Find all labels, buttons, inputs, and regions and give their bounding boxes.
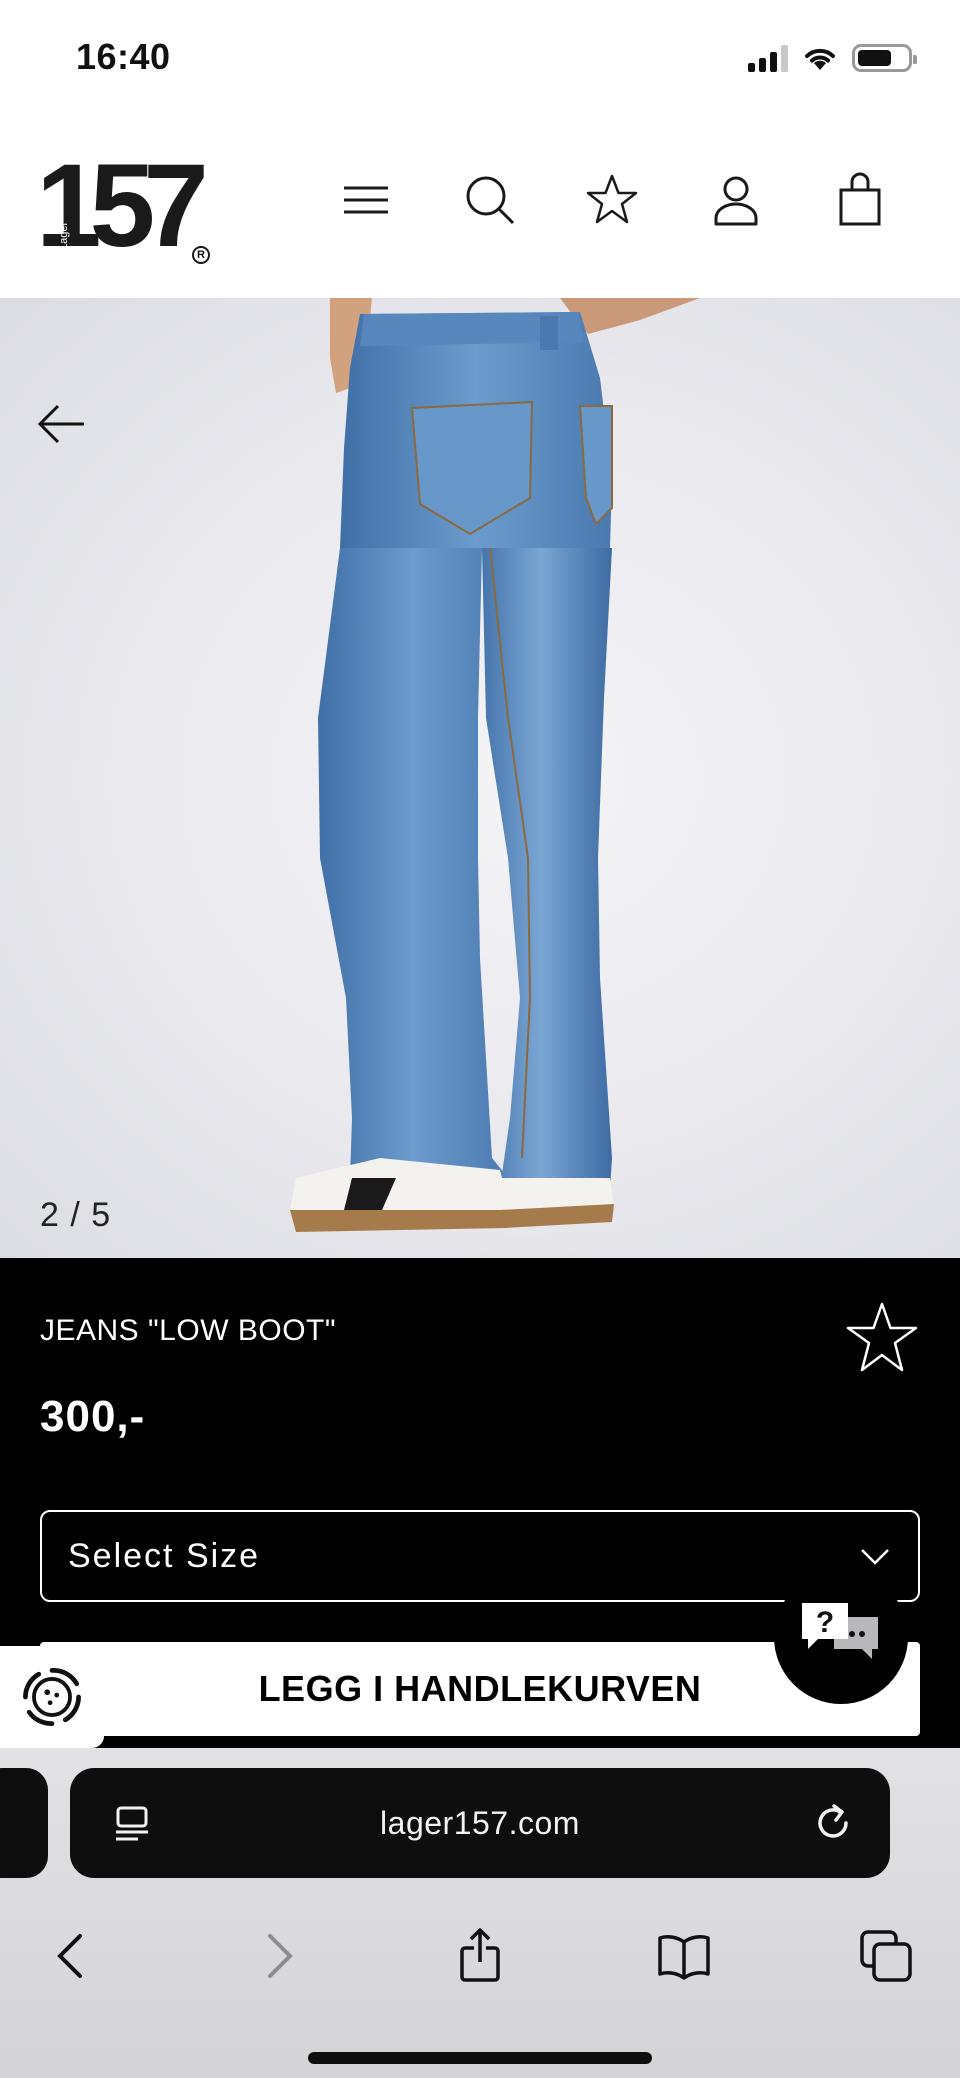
wishlist-button[interactable] <box>582 170 642 230</box>
home-indicator <box>308 2052 652 2064</box>
arrow-left-icon <box>37 404 84 444</box>
bookmarks-button[interactable] <box>654 1926 714 1986</box>
tabs-button[interactable] <box>856 1926 916 1986</box>
reload-icon[interactable] <box>810 1800 856 1846</box>
product-info-panel: JEANS "LOW BOOT" 300,- Select Size LEGG … <box>0 1258 960 1748</box>
menu-icon <box>344 186 388 214</box>
search-icon <box>466 176 515 225</box>
add-to-wishlist-button[interactable] <box>844 1300 920 1376</box>
image-counter: 2 / 5 <box>40 1196 112 1234</box>
size-select-value: Select Size <box>68 1536 261 1575</box>
battery-icon <box>852 44 917 72</box>
add-to-cart-label: LEGG I HANDLEKURVEN <box>258 1668 702 1709</box>
logo-sub: Lager <box>58 221 70 250</box>
previous-tab-peek[interactable] <box>0 1768 48 1878</box>
chevron-right-icon <box>268 1934 293 1978</box>
chat-help-icon: ? <box>802 1603 878 1659</box>
account-button[interactable] <box>706 170 766 230</box>
product-image-gallery[interactable]: 2 / 5 <box>0 298 960 1258</box>
size-select[interactable]: Select Size <box>40 1510 920 1602</box>
status-bar: 16:40 <box>0 0 960 120</box>
wifi-icon <box>805 48 835 70</box>
address-bar[interactable]: lager157.com <box>70 1768 890 1878</box>
cart-button[interactable] <box>830 170 890 230</box>
url-text: lager157.com <box>380 1804 580 1841</box>
product-price: 300,- <box>40 1392 146 1441</box>
logo-registered-mark: R <box>192 246 210 264</box>
cookie-settings-icon <box>23 1668 81 1726</box>
reader-mode-icon[interactable] <box>110 1802 154 1846</box>
star-icon <box>586 174 638 224</box>
search-button[interactable] <box>460 170 520 230</box>
chat-glyph: ? <box>816 1606 834 1639</box>
share-button[interactable] <box>450 1926 510 1986</box>
tabs-icon <box>860 1930 912 1982</box>
cellular-signal-icon <box>748 44 788 72</box>
chat-support-button[interactable]: ? <box>774 1570 908 1704</box>
accessibility-widget-button[interactable] <box>0 1646 104 1748</box>
chevron-left-icon <box>57 1934 82 1978</box>
status-time: 16:40 <box>76 36 171 77</box>
site-header: 157 Lager R <box>0 120 960 298</box>
chevron-down-icon <box>861 1549 889 1565</box>
book-icon <box>658 1935 710 1980</box>
browser-forward-button[interactable] <box>248 1926 308 1986</box>
product-title: JEANS "LOW BOOT" <box>40 1314 337 1347</box>
menu-button[interactable] <box>336 170 396 230</box>
bag-icon <box>839 172 881 226</box>
browser-back-button[interactable] <box>42 1926 102 1986</box>
star-icon <box>846 1302 918 1372</box>
product-photo <box>290 298 700 1232</box>
browser-toolbar: lager157.com <box>0 1748 960 2078</box>
gallery-back-button[interactable] <box>36 398 88 450</box>
status-icons <box>748 44 917 72</box>
share-icon <box>460 1928 500 1982</box>
brand-logo[interactable]: 157 Lager R <box>36 146 216 266</box>
browser-nav-row <box>0 1910 960 2000</box>
user-icon <box>714 176 758 226</box>
